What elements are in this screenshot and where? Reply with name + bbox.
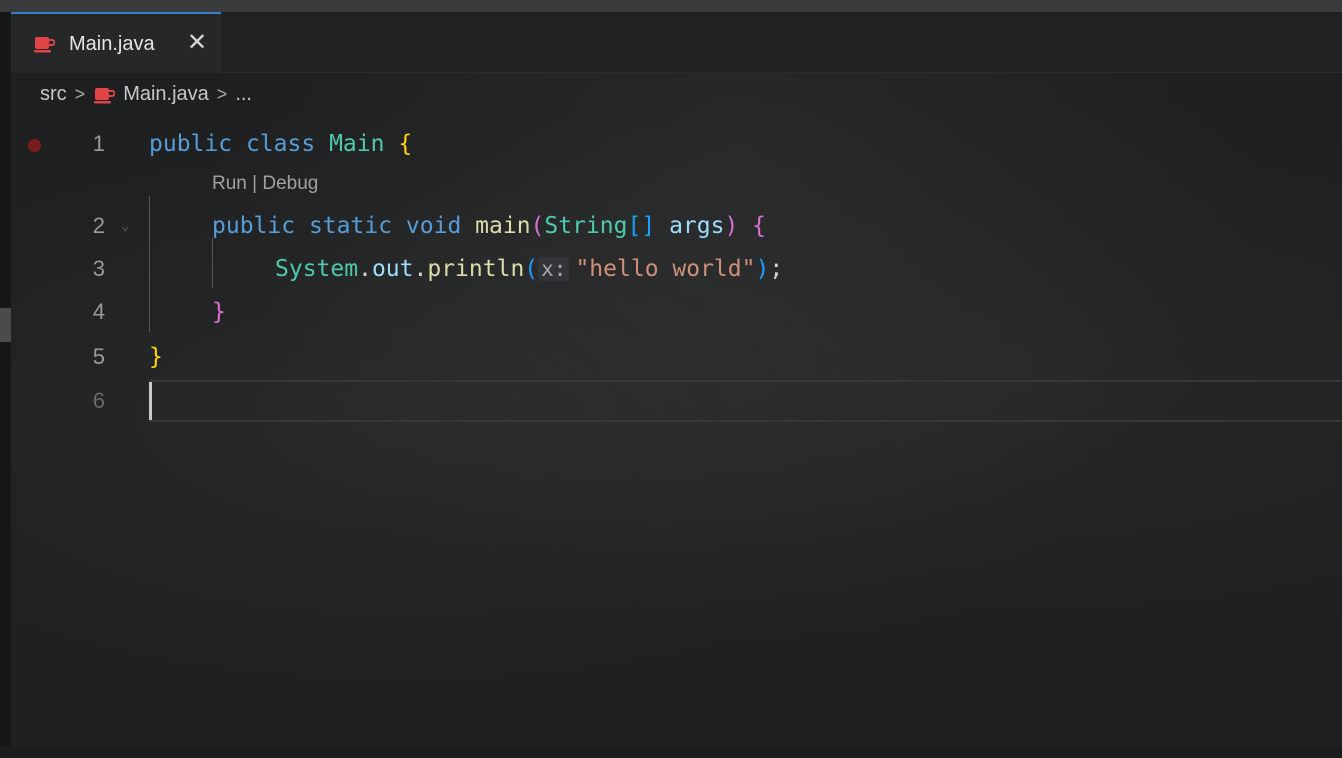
breadcrumb-file[interactable]: Main.java bbox=[123, 83, 209, 106]
code-line[interactable]: 4 } bbox=[11, 290, 1342, 334]
editor-frame: Main.java ✕ src > Main.java > ... 1 publ… bbox=[0, 12, 1342, 746]
code-line[interactable]: 2 ⌄ public static void main(String[] arg… bbox=[11, 204, 1342, 248]
tab-bar: Main.java ✕ bbox=[11, 12, 1342, 73]
line-number: 5 bbox=[92, 344, 105, 369]
code-editor[interactable]: 1 public class Main { Run | Debug 2 ⌄ pu… bbox=[11, 122, 1342, 758]
tab-main-java[interactable]: Main.java ✕ bbox=[11, 12, 221, 73]
line-number: 2 bbox=[92, 213, 105, 238]
breakpoint-icon[interactable] bbox=[28, 139, 41, 152]
breadcrumb-symbol[interactable]: ... bbox=[235, 83, 252, 106]
breadcrumb-folder[interactable]: src bbox=[40, 83, 67, 106]
breadcrumb: src > Main.java > ... bbox=[40, 81, 252, 107]
line-number: 4 bbox=[92, 299, 105, 324]
line-number: 6 bbox=[92, 388, 105, 413]
chevron-right-icon: > bbox=[216, 83, 228, 104]
code-text: } bbox=[212, 299, 226, 325]
code-text: } bbox=[149, 344, 163, 370]
text-cursor bbox=[149, 382, 152, 420]
code-text: public class Main { bbox=[149, 131, 413, 157]
codelens-run-debug[interactable]: Run | Debug bbox=[212, 173, 318, 195]
code-line[interactable]: 6 bbox=[11, 379, 1342, 423]
code-text: public static void main(String[] args) { bbox=[212, 213, 767, 239]
chevron-down-icon[interactable]: ⌄ bbox=[121, 218, 129, 234]
java-cup-icon bbox=[34, 37, 55, 53]
line-number: 3 bbox=[92, 256, 105, 281]
code-line[interactable]: 1 public class Main { bbox=[11, 122, 1342, 166]
parameter-hint: x: bbox=[538, 257, 570, 281]
line-number: 1 bbox=[92, 131, 105, 156]
code-line[interactable]: 5 } bbox=[11, 335, 1342, 379]
close-icon[interactable]: ✕ bbox=[185, 31, 209, 55]
chevron-right-icon: > bbox=[74, 83, 86, 104]
code-line[interactable]: 3 System.out.println(x: "hello world"); bbox=[11, 247, 1342, 291]
code-text: System.out.println(x: "hello world"); bbox=[275, 256, 784, 282]
tab-label: Main.java bbox=[69, 33, 155, 55]
window-top-bar bbox=[0, 0, 1342, 12]
activity-strip bbox=[0, 12, 11, 746]
java-cup-icon bbox=[94, 88, 116, 104]
scroll-indicator[interactable] bbox=[0, 308, 11, 342]
